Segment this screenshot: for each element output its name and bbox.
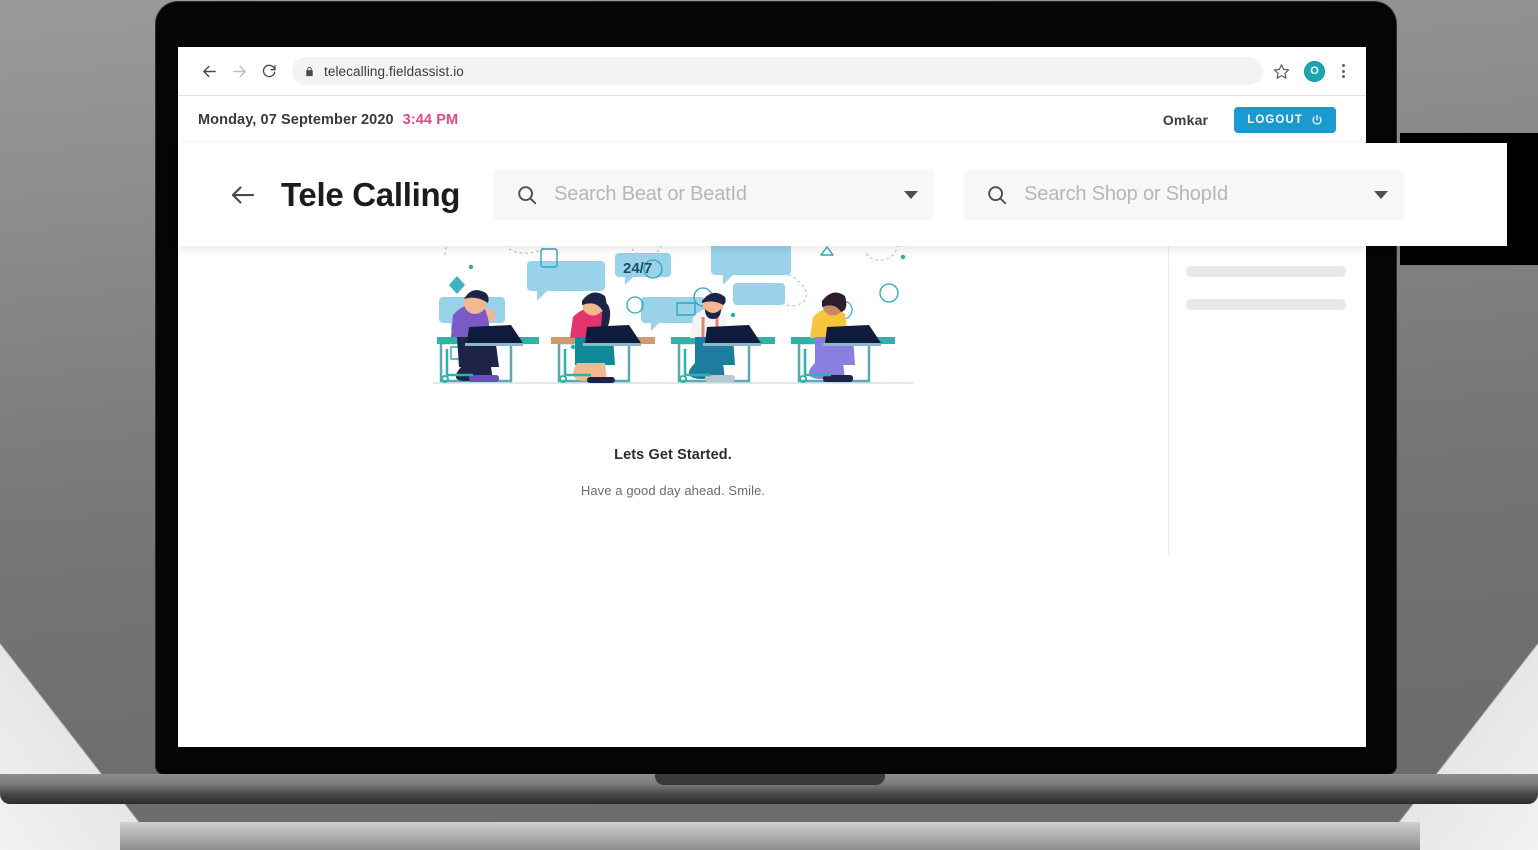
address-bar[interactable]: telecalling.fieldassist.io [292,57,1263,85]
lock-icon [306,66,313,76]
agent-4 [791,292,895,383]
reload-icon [262,64,276,78]
username-label: Omkar [1162,112,1209,128]
chevron-down-icon[interactable] [1374,190,1389,199]
power-icon [1312,114,1322,125]
avatar[interactable]: O [1304,60,1325,82]
address-bar-url: telecalling.fieldassist.io [324,63,464,79]
browser-forward-button[interactable] [224,56,254,86]
skeleton-bar [1186,266,1346,277]
page-title: Tele Calling [281,175,461,213]
chevron-down-icon[interactable] [904,190,919,199]
browser-back-button[interactable] [194,56,224,86]
browser-chrome-actions: O [1273,60,1350,82]
app-topbar: Monday, 07 September 2020 3:44 PM Omkar L… [178,96,1366,145]
logout-button-label: LOGOUT [1247,114,1303,126]
search-beat-input[interactable]: Search Beat or BeatId [554,183,888,206]
logout-button[interactable]: LOGOUT [1234,107,1336,133]
page-subline: Have a good day ahead. Smile. [580,483,766,498]
search-beat-field[interactable]: Search Beat or BeatId [494,169,935,220]
page-headline: Lets Get Started. [614,447,732,463]
search-icon [518,185,537,204]
browser-reload-button[interactable] [254,56,284,86]
search-icon [988,185,1007,204]
star-icon[interactable] [1273,63,1290,80]
header-back-button[interactable] [226,178,260,212]
illustration-badge-24-7: 24/7 [623,260,652,277]
search-shop-input[interactable]: Search Shop or ShopId [1024,183,1358,206]
kebab-menu-icon[interactable] [1339,61,1348,81]
laptop-foot [120,822,1420,850]
arrow-right-icon [232,65,246,77]
skeleton-bar [1186,299,1346,310]
tele-calling-header: Tele Calling Search Beat or BeatId Searc… [178,143,1507,246]
current-date: Monday, 07 September 2020 [198,112,394,128]
current-time: 3:44 PM [402,112,459,128]
screenshot-scene: telecalling.fieldassist.io O Monday, 07 … [0,0,1538,850]
arrow-left-icon [202,65,216,77]
topbar-user-area: Omkar LOGOUT [1163,107,1336,133]
search-shop-field[interactable]: Search Shop or ShopId [964,169,1405,220]
agent-2 [551,292,655,383]
laptop-base-notch [655,774,885,785]
current-datetime: Monday, 07 September 2020 3:44 PM [198,112,458,128]
arrow-left-icon [231,185,255,204]
browser-toolbar: telecalling.fieldassist.io O [178,47,1366,96]
